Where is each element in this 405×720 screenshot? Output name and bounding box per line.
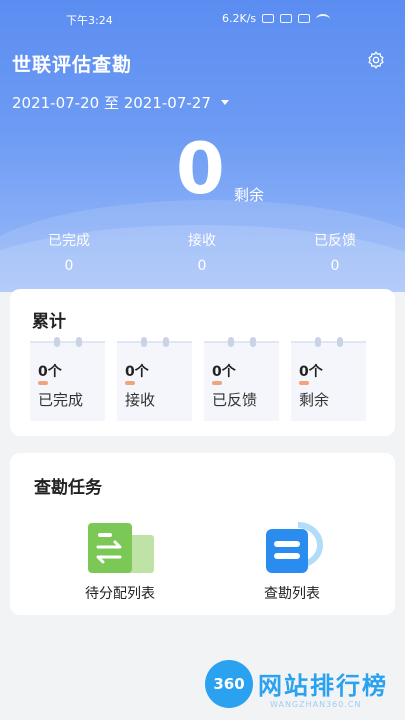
pin-icon [228,337,234,347]
tile-accent [299,381,309,385]
stat-value: 0 [64,258,74,274]
tile-count: 0个 [125,364,149,380]
survey-task-card: 查勘任务 待分配列表 查勘列表 [10,453,395,615]
header-banner: 下午3:24 6.2K/s 世联评估查勘 2021-07-20 至 2021-0… [0,0,405,292]
stat-received: 接收 0 [167,230,237,274]
tile-label: 已反馈 [212,391,258,409]
tile-accent [212,381,222,385]
stat-label: 已反馈 [314,233,356,249]
settings-gear-icon[interactable] [366,50,386,70]
survey-list-icon [266,522,323,573]
app-title: 世联评估查勘 [12,54,133,76]
caret-down-icon [220,100,229,105]
tile-feedback[interactable]: 0个 已反馈 [204,337,279,421]
stat-value: 0 [197,258,207,274]
tile-count: 0个 [299,364,323,380]
remaining-count: 0 [176,128,225,210]
tile-remaining[interactable]: 0个 剩余 [291,337,366,421]
survey-list-button[interactable]: 查勘列表 [232,521,352,611]
pin-icon [141,337,147,347]
network-speed: 6.2K/s [222,12,257,25]
remaining-label: 剩余 [234,186,265,204]
tile-count: 0个 [38,364,62,380]
watermark-text: 网站排行榜 [258,672,388,700]
pin-icon [76,337,82,347]
pin-icon [315,337,321,347]
watermark: 360 网站排行榜 WANGZHAN360.CN [200,652,405,720]
watermark-sub: WANGZHAN360.CN [270,700,362,709]
tile-accent [38,381,48,385]
date-range-selector[interactable]: 2021-07-20 至 2021-07-27 [12,92,229,113]
pin-icon [163,337,169,347]
tile-accent [125,381,135,385]
pin-icon [54,337,60,347]
tile-count: 0个 [212,364,236,380]
summary-stats: 已完成 0 接收 0 已反馈 0 [0,230,405,274]
status-time: 下午3:24 [66,14,113,27]
survey-task-title: 查勘任务 [34,478,102,498]
tile-label: 已完成 [38,391,84,409]
tile-label: 剩余 [299,391,330,409]
stat-feedback: 已反馈 0 [300,230,370,274]
stat-label: 接收 [188,233,216,249]
cumulative-title: 累计 [32,312,66,332]
pin-icon [337,337,343,347]
stat-value: 0 [330,258,340,274]
status-indicators: 6.2K/s [222,12,331,25]
hd-icon [280,14,293,23]
status-bar: 下午3:24 6.2K/s [0,0,405,36]
cumulative-card: 累计 0个 已完成 0个 接收 0个 已反馈 0个 剩余 [10,289,395,436]
alarm-icon [262,14,275,23]
assign-list-icon [88,523,154,573]
stat-label: 已完成 [48,233,90,249]
wifi-icon [316,13,331,24]
assign-list-button[interactable]: 待分配列表 [60,521,180,611]
watermark-badge: 360 [205,660,253,708]
date-range-text: 2021-07-20 至 2021-07-27 [12,94,211,112]
pin-icon [250,337,256,347]
tile-received[interactable]: 0个 接收 [117,337,192,421]
stat-completed: 已完成 0 [34,230,104,274]
tile-completed[interactable]: 0个 已完成 [30,337,105,421]
task-label: 待分配列表 [85,586,155,602]
signal-icon [298,14,311,23]
task-label: 查勘列表 [264,586,320,602]
tile-label: 接收 [125,391,156,409]
